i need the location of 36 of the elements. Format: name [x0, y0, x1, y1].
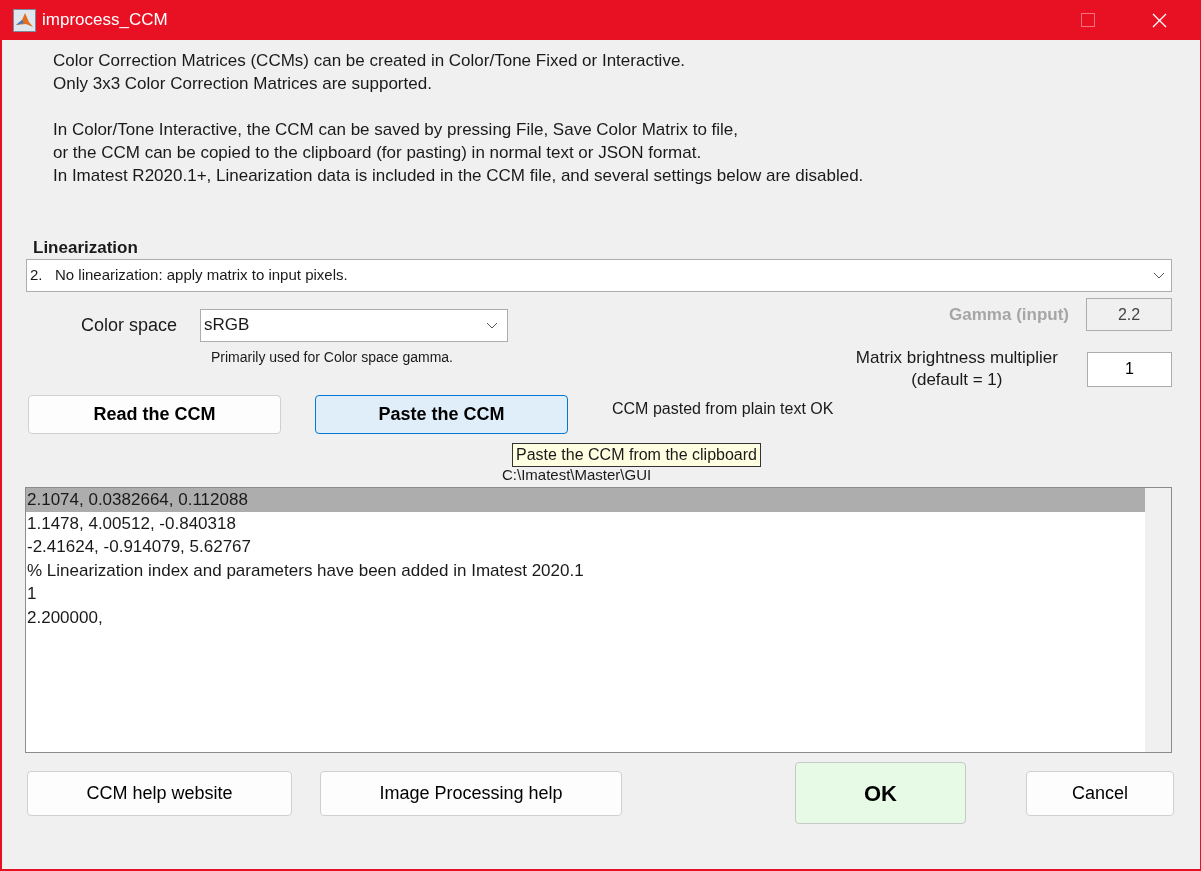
field-label: Color space: [81, 313, 179, 337]
info-text: In Color/Tone Interactive, the CCM can be saved by pressing File, Save Color Matrix to file,: [53, 119, 740, 141]
field-label: Matrix brightness multiplier: [855, 347, 1058, 369]
hint-text: Primarily used for Color space gamma.: [211, 348, 454, 367]
multiplier-field[interactable]: 1: [1087, 351, 1172, 387]
dialog-button[interactable]: OK: [795, 762, 966, 824]
ccm-list[interactable]: 2.1074, 0.0382664, 0.112088 1.1478, 4.00512, -0.840318 -2.41624, -0.914079, 5.62767 % Linearization index and parameters have been added in Imatest 2020.1 1 2.200000,: [25, 487, 1172, 753]
dialog-button[interactable]: CCM help website: [27, 770, 292, 816]
dialog-button[interactable]: Image Processing help: [320, 770, 622, 816]
color-space-dropdown[interactable]: sRGB: [200, 308, 508, 342]
list-item[interactable]: 2.200000,: [26, 605, 1145, 629]
app-icon: [13, 8, 36, 32]
ccm-button[interactable]: Paste the CCM: [315, 394, 568, 434]
field-label: (default = 1): [911, 369, 1003, 391]
window-title: improcess_CCM: [42, 9, 168, 32]
dialog-button[interactable]: Cancel: [1026, 770, 1174, 816]
path-text: C:\Imatest\Master\GUI: [502, 467, 652, 483]
list-item[interactable]: 1: [26, 582, 1145, 606]
list-item[interactable]: % Linearization index and parameters have been added in Imatest 2020.1: [26, 558, 1145, 582]
field-label: Gamma (input): [949, 303, 1069, 326]
status-text: CCM pasted from plain text OK: [612, 399, 834, 419]
ccm-button[interactable]: Read the CCM: [28, 394, 281, 434]
chevron-down-icon: [1153, 272, 1165, 279]
tooltip: Paste the CCM from the clipboard: [512, 443, 761, 467]
section-heading: Linearization: [33, 237, 139, 259]
list-item[interactable]: 2.1074, 0.0382664, 0.112088: [26, 488, 1145, 512]
list-item[interactable]: 1.1478, 4.00512, -0.840318: [26, 511, 1145, 535]
info-text: In Imatest R2020.1+, Linearization data is included in the CCM file, and several settings below are disabled.: [53, 165, 865, 187]
scrollbar[interactable]: [1145, 488, 1171, 752]
close-icon[interactable]: [1152, 12, 1167, 28]
info-text: or the CCM can be copied to the clipboard (for pasting) in normal text or JSON format.: [53, 142, 703, 164]
list-item[interactable]: -2.41624, -0.914079, 5.62767: [26, 535, 1145, 559]
linearization-dropdown[interactable]: 2. No linearization: apply matrix to input pixels.: [26, 259, 1172, 292]
info-text: Only 3x3 Color Correction Matrices are supported.: [53, 73, 433, 95]
info-text: Color Correction Matrices (CCMs) can be created in Color/Tone Fixed or Interactive.: [53, 50, 687, 72]
chevron-down-icon: [486, 321, 498, 329]
